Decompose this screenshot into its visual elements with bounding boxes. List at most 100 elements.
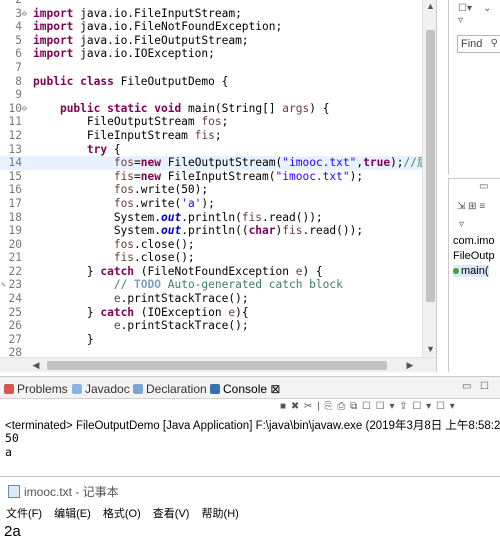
code-line[interactable]: 23 ✎ // TODO Auto-generated catch block: [0, 278, 422, 292]
outline-toolbar-icons[interactable]: ⇲ ⊞ ≡: [457, 201, 485, 212]
minimize-icon[interactable]: ▭: [479, 181, 488, 192]
code-line[interactable]: 16 fos.write(50);: [0, 183, 422, 197]
tab-problems[interactable]: Problems: [4, 381, 68, 397]
code-text[interactable]: fis=new FileInputStream("imooc.txt");: [33, 170, 363, 184]
code-token: .write(: [134, 196, 182, 210]
code-token: FileOutputStream: [33, 115, 202, 129]
notepad-title-bar: imooc.txt - 记事本: [8, 483, 119, 500]
outline-item-package[interactable]: com.imo: [453, 235, 495, 247]
line-number-gutter: 27: [0, 333, 30, 347]
code-text[interactable]: e.printStackTrace();: [33, 319, 249, 333]
code-text[interactable]: e.printStackTrace();: [33, 292, 249, 306]
code-text[interactable]: }: [33, 333, 94, 347]
fold-toggle-icon[interactable]: ⊖: [22, 7, 27, 21]
code-line[interactable]: 13 try {: [0, 143, 422, 157]
code-text[interactable]: import java.io.FileInputStream;: [33, 7, 242, 21]
menu-file[interactable]: 文件(F): [6, 508, 42, 520]
code-text[interactable]: // TODO Auto-generated catch block: [33, 278, 343, 292]
new-task-icon[interactable]: ☐▾: [458, 3, 472, 14]
horizontal-scroll-thumb[interactable]: [47, 361, 387, 370]
fold-toggle-icon[interactable]: ⊖: [22, 102, 27, 116]
line-number-gutter: 2: [0, 0, 30, 7]
code-line[interactable]: 9: [0, 88, 422, 102]
tab-declaration[interactable]: Declaration: [133, 381, 207, 397]
tab-javadoc[interactable]: Javadoc: [72, 381, 130, 397]
code-token: java.io.FileOutputStream;: [73, 33, 249, 47]
code-line[interactable]: 27 }: [0, 333, 422, 347]
code-editor[interactable]: 23⊖import java.io.FileInputStream;4impor…: [0, 0, 437, 372]
code-text[interactable]: FileInputStream fis;: [33, 129, 222, 143]
code-text[interactable]: FileOutputStream fos;: [33, 115, 228, 129]
code-line[interactable]: 3 ⊖ import java.io.FileInputStream;: [0, 7, 422, 21]
code-line[interactable]: 12 FileInputStream fis;: [0, 129, 422, 143]
chevron-down-icon[interactable]: ⌄: [483, 3, 491, 14]
code-line[interactable]: 7: [0, 61, 422, 75]
code-line[interactable]: 17 fos.write('a');: [0, 197, 422, 211]
code-text[interactable]: fis.close();: [33, 251, 195, 265]
code-token: FileOutputStream(: [161, 156, 283, 170]
code-line[interactable]: 24 e.printStackTrace();: [0, 292, 422, 306]
editor-vertical-scrollbar[interactable]: ▲ ▼: [422, 0, 436, 357]
console-toolbar[interactable]: ■ ✖ ✂ | ⎘ ⎙ ⧉ ☐ ☐ ▾ ⇪ ☐ ▾ ☐ ▾: [280, 401, 500, 417]
code-text[interactable]: System.out.println(fis.read());: [33, 211, 323, 225]
menu-format[interactable]: 格式(O): [103, 508, 141, 520]
code-line[interactable]: 4 import java.io.FileNotFoundException;: [0, 20, 422, 34]
code-token: (IOException: [134, 305, 229, 319]
outline-item-class[interactable]: FileOutp: [453, 250, 495, 262]
code-line[interactable]: 6 import java.io.IOException;: [0, 47, 422, 61]
code-text[interactable]: } catch (IOException e){: [33, 306, 249, 320]
menu-help[interactable]: 帮助(H): [202, 508, 239, 520]
code-line[interactable]: 8 public class FileOutputDemo {: [0, 75, 422, 89]
code-text[interactable]: System.out.println((char)fis.read());: [33, 224, 363, 238]
code-token: (FileNotFoundException: [134, 264, 296, 278]
line-number-gutter: 15: [0, 170, 30, 184]
scroll-down-arrow-icon[interactable]: ▼: [425, 343, 436, 355]
code-line[interactable]: 20 fos.close();: [0, 238, 422, 252]
find-input[interactable]: Find ⚲: [457, 35, 500, 53]
scroll-up-arrow-icon[interactable]: ▲: [425, 0, 436, 12]
code-text[interactable]: import java.io.FileOutputStream;: [33, 34, 249, 48]
task-marker-icon[interactable]: ✎: [1, 280, 7, 290]
code-line[interactable]: 25 } catch (IOException e){: [0, 306, 422, 320]
code-line[interactable]: 19 System.out.println((char)fis.read());: [0, 224, 422, 238]
notepad-text-area[interactable]: 2a: [4, 521, 496, 545]
menu-view[interactable]: 查看(V): [153, 508, 190, 520]
menu-edit[interactable]: 编辑(E): [54, 508, 91, 520]
scroll-left-arrow-icon[interactable]: ◀: [30, 359, 42, 371]
line-number: 7: [15, 60, 22, 74]
code-text[interactable]: import java.io.IOException;: [33, 47, 215, 61]
code-line[interactable]: 11 FileOutputStream fos;: [0, 115, 422, 129]
editor-horizontal-scrollbar[interactable]: ◀ ▶: [0, 357, 436, 372]
code-line[interactable]: 22 } catch (FileNotFoundException e) {: [0, 265, 422, 279]
code-line[interactable]: 2: [0, 0, 422, 7]
filter-down-icon[interactable]: ▿: [458, 15, 463, 26]
code-text[interactable]: fos=new FileOutputStream("imooc.txt",tru…: [33, 156, 436, 170]
code-lines[interactable]: 23⊖import java.io.FileInputStream;4impor…: [0, 0, 436, 360]
code-text[interactable]: fos.write(50);: [33, 183, 208, 197]
line-number: 16: [8, 183, 22, 197]
code-text[interactable]: public class FileOutputDemo {: [33, 75, 228, 89]
code-text[interactable]: public static void main(String[] args) {: [33, 102, 330, 116]
code-line[interactable]: 26 e.printStackTrace();: [0, 319, 422, 333]
outline-item-method[interactable]: main(: [453, 265, 489, 277]
code-text[interactable]: import java.io.FileNotFoundException;: [33, 20, 282, 34]
maximize-console-icon[interactable]: ☐: [480, 381, 489, 392]
code-line[interactable]: 10 ⊖ public static void main(String[] arg…: [0, 102, 422, 116]
tab-console[interactable]: Console ⊠: [210, 381, 280, 397]
code-line[interactable]: 5 import java.io.FileOutputStream;: [0, 34, 422, 48]
code-line[interactable]: 21 fis.close();: [0, 251, 422, 265]
vertical-scroll-thumb[interactable]: [426, 30, 435, 302]
code-token: .close();: [134, 251, 195, 265]
code-line[interactable]: 14 fos=new FileOutputStream("imooc.txt",…: [0, 156, 436, 170]
code-text[interactable]: fos.write('a');: [33, 197, 215, 211]
code-token: .read());: [302, 224, 364, 238]
code-text[interactable]: } catch (FileNotFoundException e) {: [33, 265, 323, 279]
code-text[interactable]: fos.close();: [33, 238, 195, 252]
code-text[interactable]: try {: [33, 143, 121, 157]
minimize-console-icon[interactable]: ▭: [462, 381, 471, 392]
code-line[interactable]: 15 fis=new FileInputStream("imooc.txt");: [0, 170, 422, 184]
code-line[interactable]: 18 System.out.println(fis.read());: [0, 211, 422, 225]
scroll-right-arrow-icon[interactable]: ▶: [404, 359, 416, 371]
view-menu-icon[interactable]: ▿: [459, 219, 464, 230]
